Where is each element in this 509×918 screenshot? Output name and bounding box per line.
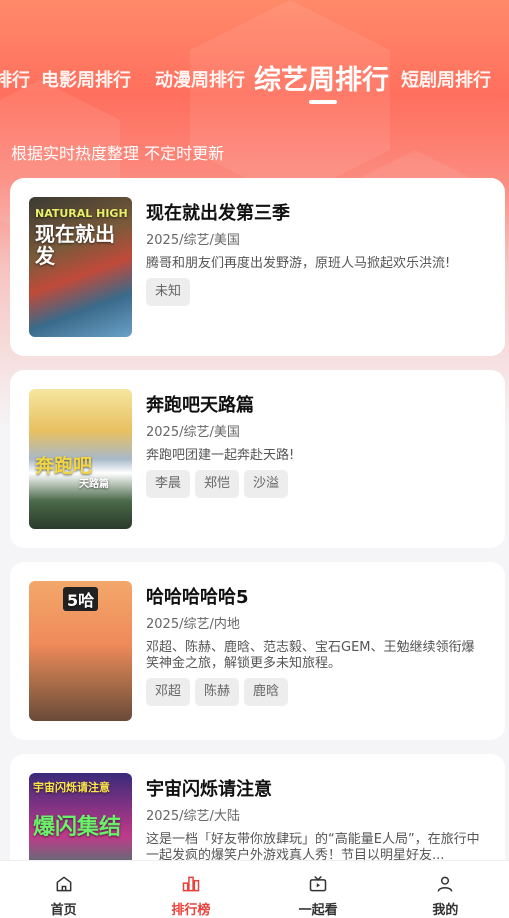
poster-subtitle: NATURAL HIGH	[35, 207, 128, 220]
list-item[interactable]: NATURAL HIGH 现在就出发 现在就出发第三季 2025/综艺/美国 腾…	[10, 178, 505, 356]
poster-image: 5哈	[29, 581, 132, 721]
active-tab-indicator	[309, 100, 337, 104]
tab-variety-weekly[interactable]: 综艺周排行	[254, 58, 389, 97]
cast-tag[interactable]: 郑恺	[195, 470, 240, 498]
list-item[interactable]: 奔跑吧 天路篇 奔跑吧天路篇 2025/综艺/美国 奔跑吧团建一起奔赴天路! 李…	[10, 370, 505, 548]
cast-tag[interactable]: 鹿晗	[244, 678, 289, 706]
nav-profile[interactable]: 我的	[382, 861, 509, 918]
tab-anime-weekly[interactable]: 动漫周排行	[155, 66, 245, 92]
poster-title: 现在就出发	[35, 222, 115, 268]
item-description: 奔跑吧团建一起奔赴天路!	[146, 448, 295, 463]
poster-subtitle: 天路篇	[79, 479, 109, 490]
nav-home[interactable]: 首页	[0, 861, 127, 918]
cast-tag[interactable]: 陈赫	[195, 678, 240, 706]
poster-title: 5哈	[63, 587, 99, 611]
poster-image: NATURAL HIGH 现在就出发	[29, 197, 132, 337]
nav-label: 一起看	[298, 903, 338, 918]
tab-short-drama-weekly[interactable]: 短剧周排行	[401, 66, 491, 92]
poster-image: 奔跑吧 天路篇	[29, 389, 132, 529]
home-icon	[56, 876, 72, 892]
bar-chart-icon	[182, 876, 200, 892]
item-title: 哈哈哈哈哈5	[146, 587, 249, 608]
item-title: 宇宙闪烁请注意	[146, 779, 272, 800]
nav-label: 首页	[50, 903, 77, 918]
user-icon	[437, 876, 453, 892]
list-item[interactable]: 5哈 哈哈哈哈哈5 2025/综艺/内地 邓超、陈赫、鹿晗、范志毅、宝石GEM、…	[10, 562, 505, 740]
item-meta: 2025/综艺/内地	[146, 617, 240, 632]
item-meta: 2025/综艺/大陆	[146, 809, 240, 824]
cast-tag[interactable]: 沙溢	[244, 470, 289, 498]
nav-watch-together[interactable]: 一起看	[255, 861, 382, 918]
poster-title: 爆闪集结	[33, 815, 122, 840]
bottom-nav: 首页 排行榜 一起看 我的	[0, 860, 509, 918]
item-description: 邓超、陈赫、鹿晗、范志毅、宝石GEM、王勉继续领衔爆笑神金之旅，解锁更多未知旅程…	[146, 640, 475, 671]
cast-tag[interactable]: 邓超	[146, 678, 191, 706]
tab-partial[interactable]: 排行	[0, 66, 30, 92]
nav-ranking[interactable]: 排行榜	[127, 861, 254, 918]
tab-movie-weekly[interactable]: 电影周排行	[41, 66, 131, 92]
category-tabs: 排行 电影周排行 动漫周排行 综艺周排行 短剧周排行	[0, 50, 509, 106]
poster-subtitle: 宇宙闪烁请注意	[33, 781, 110, 794]
cast-tag[interactable]: 未知	[146, 278, 191, 306]
ranking-subtitle: 根据实时热度整理 不定时更新	[11, 144, 225, 163]
item-title: 现在就出发第三季	[146, 203, 290, 224]
nav-label: 我的	[432, 903, 459, 918]
poster-title: 奔跑吧	[35, 455, 93, 477]
item-meta: 2025/综艺/美国	[146, 425, 240, 440]
item-title: 奔跑吧天路篇	[146, 395, 254, 416]
nav-label: 排行榜	[171, 903, 211, 918]
tv-icon	[309, 875, 327, 892]
item-meta: 2025/综艺/美国	[146, 233, 240, 248]
item-description: 腾哥和朋友们再度出发野游，原班人马掀起欢乐洪流!	[146, 256, 451, 271]
cast-tag[interactable]: 李晨	[146, 470, 191, 498]
